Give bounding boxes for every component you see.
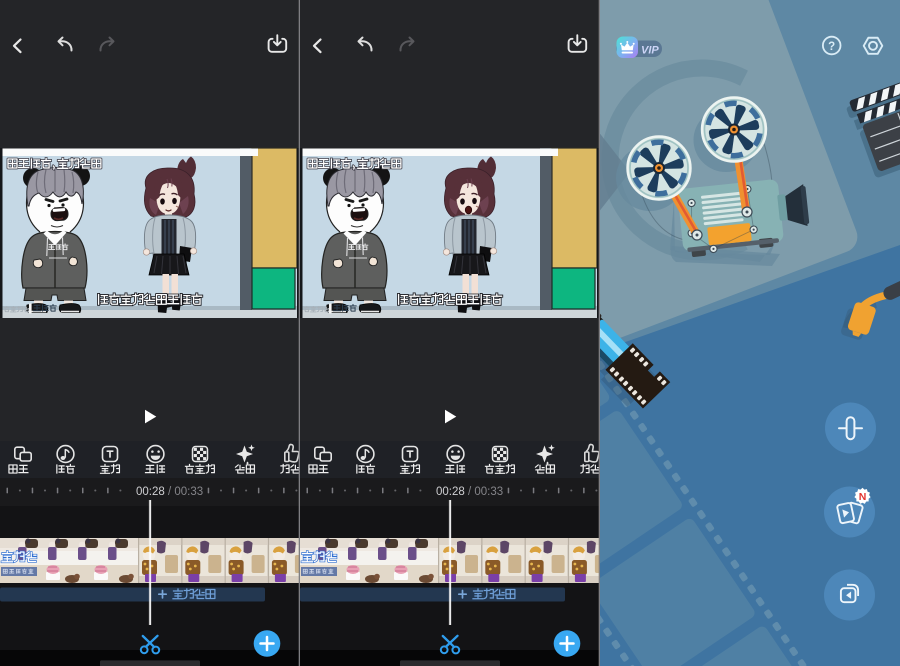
svg-text:?: ? bbox=[828, 41, 835, 53]
svg-text:00:28 / 00:33: 00:28 / 00:33 bbox=[136, 486, 203, 498]
svg-text:VIP: VIP bbox=[641, 45, 659, 57]
svg-text:N: N bbox=[859, 491, 867, 503]
svg-text:00:28 / 00:33: 00:28 / 00:33 bbox=[436, 486, 503, 498]
